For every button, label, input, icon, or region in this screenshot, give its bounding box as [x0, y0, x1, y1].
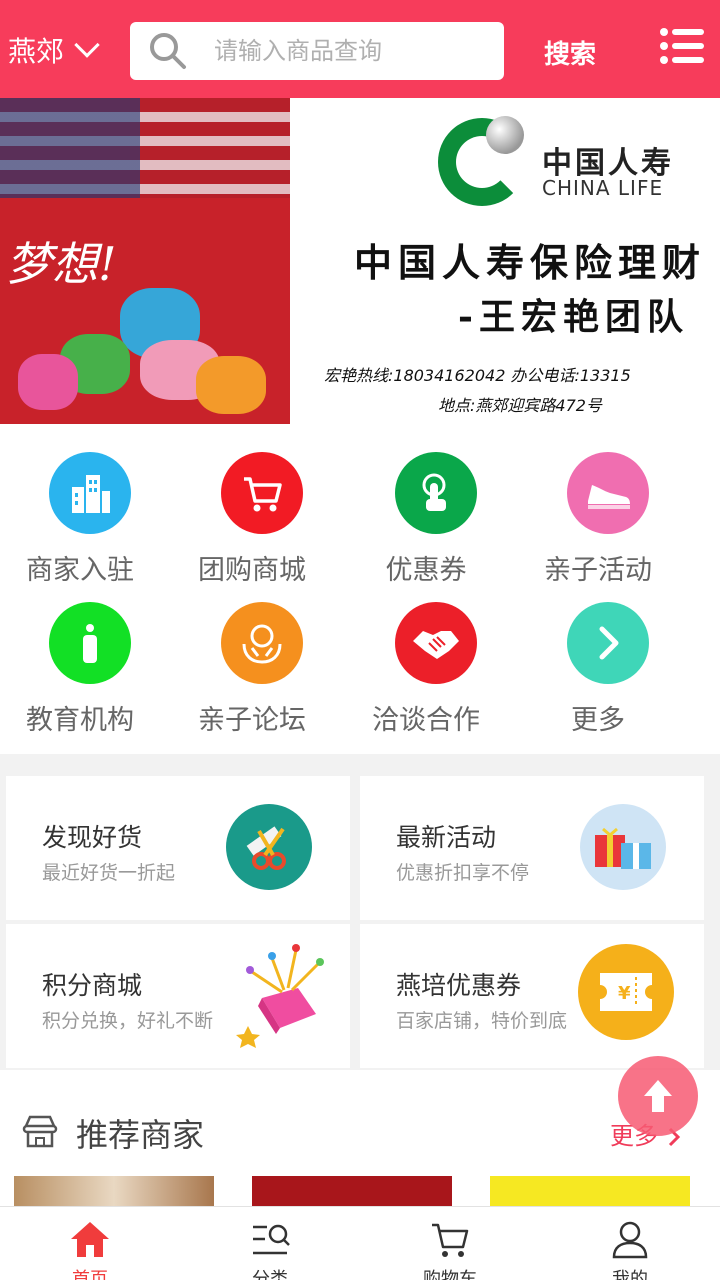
- search-button[interactable]: 搜索: [544, 34, 596, 71]
- banner-contact: 宏艳热线:18034162042 办公电话:13315: [324, 366, 631, 385]
- cart-icon: [221, 452, 303, 534]
- home-icon: [69, 1219, 111, 1259]
- search-icon: [148, 31, 188, 71]
- section-divider: [0, 754, 720, 774]
- tab-cart[interactable]: 购物车: [360, 1207, 540, 1280]
- banner-subheadline: -王宏艳团队: [458, 296, 689, 338]
- merchant-thumbnails: [0, 1176, 720, 1206]
- grid-item-merchant-join[interactable]: 商家入驻: [0, 424, 180, 586]
- banner-ad: 中国人寿 CHINA LIFE 中国人寿保险理财 -王宏艳团队 宏艳热线:180…: [290, 98, 720, 424]
- card-points-mall[interactable]: 积分商城 积分兑换，好礼不断: [6, 924, 350, 1068]
- bottle-icon: [49, 602, 131, 684]
- card-subtitle: 积分兑换，好礼不断: [42, 1010, 214, 1032]
- card-subtitle: 最近好货一折起: [42, 862, 176, 884]
- svg-text:¥: ¥: [618, 983, 631, 1004]
- grid-label: 洽谈合作: [372, 705, 480, 736]
- card-title: 积分商城: [42, 971, 143, 1000]
- top-bar: 燕郊 搜索: [0, 0, 720, 98]
- promo-cards: 发现好货 最近好货一折起 最新活动 优惠折扣享不停 积分商城 积分兑换，好礼不断…: [0, 772, 720, 1070]
- tab-category[interactable]: 分类: [180, 1207, 360, 1280]
- card-subtitle: 优惠折扣享不停: [396, 862, 530, 884]
- card-title: 燕培优惠券: [396, 971, 522, 1000]
- grid-item-more[interactable]: 更多: [518, 574, 698, 736]
- location-label: 燕郊: [8, 35, 65, 68]
- card-yanpei-coupon[interactable]: 燕培优惠券 百家店铺，特价到底 ¥: [360, 924, 704, 1068]
- grid-label: 亲子论坛: [198, 705, 306, 736]
- card-subtitle: 百家店铺，特价到底: [396, 1010, 568, 1032]
- grid-item-parent-child-activity[interactable]: 亲子活动: [518, 424, 698, 586]
- cart-icon: [429, 1219, 471, 1259]
- banner-address: 地点:燕郊迎宾路472号: [438, 396, 602, 415]
- grid-item-education[interactable]: 教育机构: [0, 574, 180, 736]
- banner-handwriting: 梦想!: [6, 237, 117, 291]
- tab-label: 首页: [72, 1269, 108, 1280]
- card-latest-activity[interactable]: 最新活动 优惠折扣享不停: [360, 776, 704, 920]
- merchant-thumb[interactable]: [490, 1176, 690, 1206]
- gift-boxes-icon: [580, 804, 666, 890]
- gift-burst-icon: [232, 938, 336, 1048]
- grid-item-group-buy[interactable]: 团购商城: [172, 424, 352, 586]
- merchant-thumb[interactable]: [252, 1176, 452, 1206]
- category-grid: 商家入驻 团购商城 优惠券 亲子活动 教育机构 亲子论坛 洽谈合作 更多: [0, 424, 720, 754]
- handshake-icon: [395, 602, 477, 684]
- grid-label: 教育机构: [26, 705, 134, 736]
- card-discover-goods[interactable]: 发现好货 最近好货一折起: [6, 776, 350, 920]
- app-screen: 燕郊 搜索 梦想!: [0, 0, 720, 1280]
- scissors-comb-icon: [226, 804, 312, 890]
- grid-item-parent-forum[interactable]: 亲子论坛: [172, 574, 352, 736]
- menu-list-icon[interactable]: [660, 26, 706, 66]
- category-icon: [249, 1219, 291, 1259]
- recommend-header: 推荐商家 更多: [0, 1088, 720, 1172]
- logo-en: CHINA LIFE: [542, 176, 664, 200]
- care-icon: [221, 602, 303, 684]
- building-icon: [49, 452, 131, 534]
- location-selector[interactable]: 燕郊: [8, 30, 100, 70]
- arrow-up-icon: [644, 1080, 672, 1112]
- chevron-right-icon: [567, 602, 649, 684]
- grid-label: 更多: [571, 705, 625, 736]
- tab-label: 分类: [252, 1269, 288, 1280]
- store-icon: [22, 1114, 58, 1148]
- user-icon: [609, 1219, 651, 1259]
- coupon-icon: ¥: [578, 944, 674, 1040]
- tab-label: 我的: [612, 1269, 648, 1280]
- bottom-nav: 首页 分类 购物车 我的: [0, 1206, 720, 1280]
- grid-item-cooperation[interactable]: 洽谈合作: [346, 574, 526, 736]
- chevron-down-icon: [74, 32, 100, 58]
- shoe-icon: [567, 452, 649, 534]
- search-box[interactable]: [130, 22, 504, 80]
- grid-item-coupon[interactable]: 优惠券: [346, 424, 526, 586]
- section-title: 推荐商家: [76, 1116, 205, 1154]
- back-to-top-button[interactable]: [618, 1056, 698, 1136]
- card-title: 最新活动: [396, 823, 497, 852]
- touch-icon: [395, 452, 477, 534]
- banner-left-image: 梦想!: [0, 98, 290, 424]
- tab-home[interactable]: 首页: [0, 1207, 180, 1280]
- tab-label: 购物车: [423, 1269, 477, 1280]
- promo-banner[interactable]: 梦想! 中国人寿 CHINA LIFE 中国人寿保险理财 -王宏艳团队 宏艳热线…: [0, 98, 720, 424]
- card-title: 发现好货: [42, 823, 143, 852]
- search-input[interactable]: [214, 37, 494, 65]
- merchant-thumb[interactable]: [14, 1176, 214, 1206]
- tab-mine[interactable]: 我的: [540, 1207, 720, 1280]
- banner-headline: 中国人寿保险理财: [354, 240, 707, 285]
